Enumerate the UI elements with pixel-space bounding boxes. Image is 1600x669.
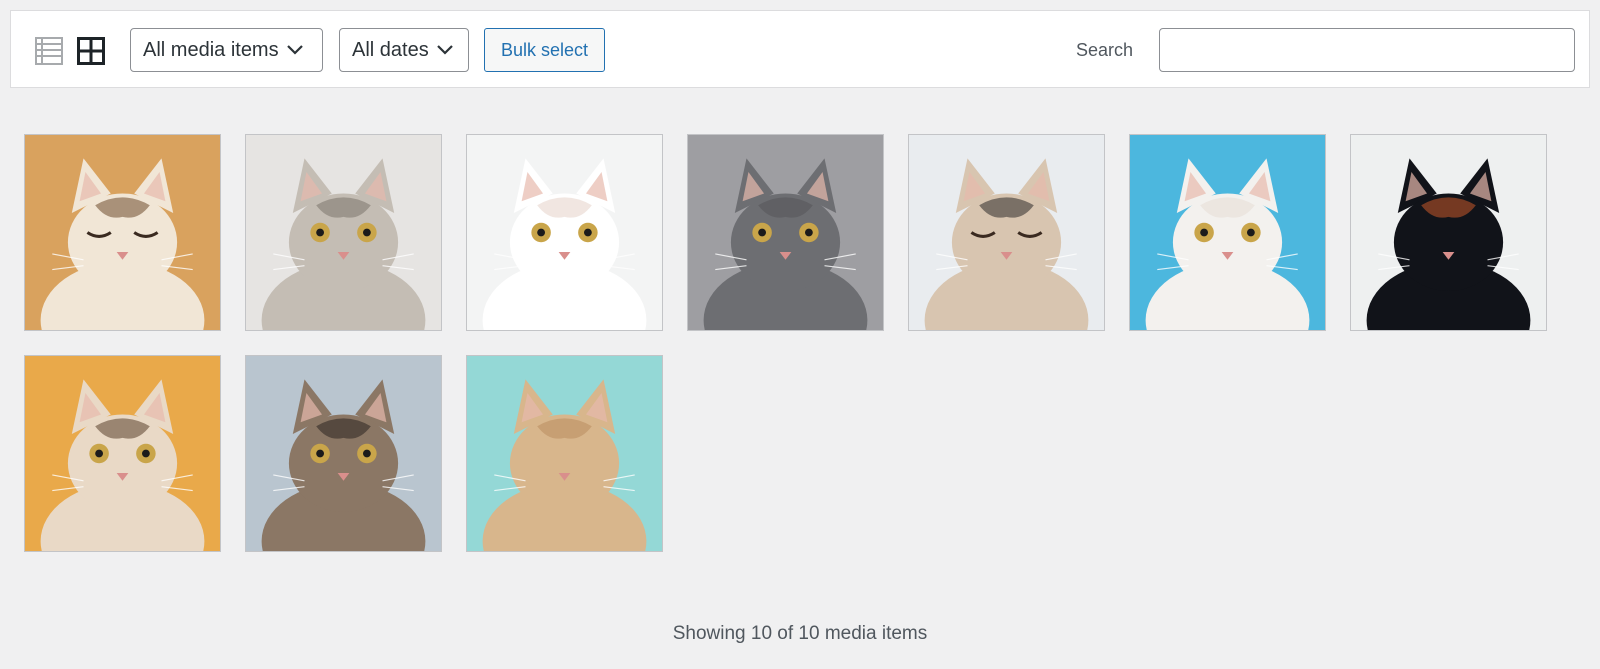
media-thumbnail[interactable]: [24, 355, 221, 552]
media-thumbnail[interactable]: [466, 355, 663, 552]
cat-photo: [246, 356, 441, 551]
bulk-select-button[interactable]: Bulk select: [484, 28, 605, 72]
cat-photo: [909, 135, 1104, 330]
cat-photo: [1351, 135, 1546, 330]
media-toolbar: All media items All dates Bulk select Se…: [10, 10, 1590, 88]
search-label: Search: [1076, 40, 1134, 60]
list-view-icon: [35, 37, 63, 65]
date-filter[interactable]: All dates: [339, 28, 469, 72]
chevron-down-icon: [436, 45, 453, 55]
media-type-filter-value: All media items: [143, 38, 279, 61]
chevron-down-icon: [286, 45, 303, 55]
media-thumbnail[interactable]: [24, 134, 221, 331]
cat-photo: [688, 135, 883, 330]
grid-view-button[interactable]: [75, 35, 107, 67]
search-input[interactable]: [1159, 28, 1575, 72]
grid-view-icon: [77, 37, 105, 65]
cat-photo: [467, 356, 662, 551]
cat-photo: [1130, 135, 1325, 330]
date-filter-value: All dates: [352, 38, 429, 61]
media-thumbnail[interactable]: [245, 355, 442, 552]
cat-photo: [25, 356, 220, 551]
cat-photo: [246, 135, 441, 330]
cat-photo: [467, 135, 662, 330]
media-thumbnail[interactable]: [908, 134, 1105, 331]
media-thumbnail[interactable]: [245, 134, 442, 331]
media-thumbnail[interactable]: [687, 134, 884, 331]
list-view-button[interactable]: [33, 35, 65, 67]
media-count-status: Showing 10 of 10 media items: [672, 623, 928, 644]
media-thumbnail[interactable]: [1129, 134, 1326, 331]
cat-photo: [25, 135, 220, 330]
media-thumbnail[interactable]: [1350, 134, 1547, 331]
media-grid: [24, 134, 1547, 552]
media-thumbnail[interactable]: [466, 134, 663, 331]
media-type-filter[interactable]: All media items: [130, 28, 323, 72]
